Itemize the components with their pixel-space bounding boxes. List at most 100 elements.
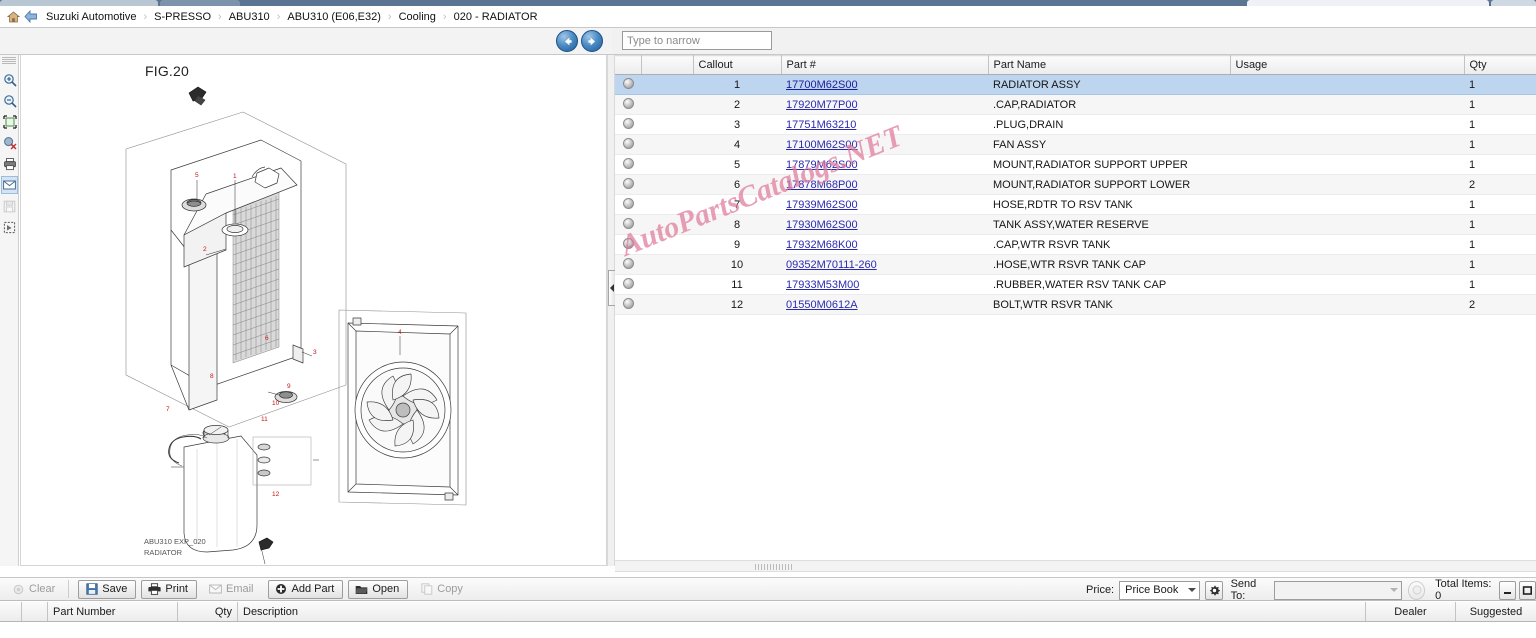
table-row[interactable]: 5 17879M62S00 MOUNT,RADIATOR SUPPORT UPPER…: [615, 154, 1536, 175]
row-part-number-cell[interactable]: 17100M62S00: [781, 134, 988, 155]
table-row[interactable]: 9 17932M68K00 .CAP,WTR RSVR TANK 1: [615, 234, 1536, 255]
row-part-number-cell[interactable]: 17920M77P00: [781, 94, 988, 115]
clear-button[interactable]: Clear: [5, 580, 64, 599]
table-row[interactable]: 1 17700M62S00 RADIATOR ASSY 1: [615, 74, 1536, 95]
part-number-link[interactable]: 17751M63210: [786, 119, 856, 131]
table-row[interactable]: 3 17751M63210 .PLUG,DRAIN 1: [615, 114, 1536, 135]
row-info-cell[interactable]: [615, 234, 641, 255]
restore-basket-button[interactable]: [1518, 580, 1536, 600]
select-region-icon[interactable]: [1, 218, 18, 236]
part-number-link[interactable]: 17933M53M00: [786, 279, 859, 291]
basket-col-part-number[interactable]: Part Number: [48, 602, 178, 621]
send-to-go-button[interactable]: [1407, 580, 1426, 600]
open-button[interactable]: Open: [348, 579, 409, 599]
row-part-number-cell[interactable]: 17700M62S00: [781, 74, 988, 95]
breadcrumb-item-1[interactable]: S-PRESSO: [148, 11, 217, 23]
basket-table-body[interactable]: [0, 622, 1536, 638]
row-info-cell[interactable]: [615, 294, 641, 315]
callout-8[interactable]: 8: [210, 373, 214, 380]
part-info-icon[interactable]: [622, 297, 634, 309]
parts-table-panel[interactable]: Callout Part # Part Name Usage Qty 1 1770…: [615, 55, 1536, 560]
row-info-cell[interactable]: [615, 174, 641, 195]
part-number-link[interactable]: 17100M62S00: [786, 139, 858, 151]
col-header-blank[interactable]: [641, 55, 694, 75]
zoom-in-icon[interactable]: [1, 71, 18, 89]
part-info-icon[interactable]: [622, 277, 634, 289]
zoom-out-icon[interactable]: [1, 92, 18, 110]
table-row[interactable]: 10 09352M70111-260 .HOSE,WTR RSVR TANK CAP…: [615, 254, 1536, 275]
part-number-link[interactable]: 01550M0612A: [786, 299, 858, 311]
row-part-number-cell[interactable]: 09352M70111-260: [781, 254, 988, 275]
panel-splitter[interactable]: [607, 55, 616, 566]
col-header-partnum[interactable]: Part #: [781, 55, 989, 75]
print-icon[interactable]: [1, 155, 18, 173]
row-info-cell[interactable]: [615, 114, 641, 135]
zoom-reset-icon[interactable]: [1, 134, 18, 152]
part-info-icon[interactable]: [622, 177, 634, 189]
callout-3[interactable]: 3: [313, 349, 317, 356]
table-row[interactable]: 6 17878M68P00 MOUNT,RADIATOR SUPPORT LOWER…: [615, 174, 1536, 195]
callout-6[interactable]: 6: [265, 335, 269, 342]
row-info-cell[interactable]: [615, 154, 641, 175]
row-info-cell[interactable]: [615, 214, 641, 235]
rail-grip[interactable]: [2, 57, 16, 64]
breadcrumb-item-4[interactable]: Cooling: [393, 11, 442, 23]
row-part-number-cell[interactable]: 17939M62S00: [781, 194, 988, 215]
price-settings-button[interactable]: [1205, 580, 1223, 600]
save-button[interactable]: Save: [78, 579, 137, 599]
part-info-icon[interactable]: [622, 117, 634, 129]
email-icon[interactable]: [1, 176, 18, 194]
part-info-icon[interactable]: [622, 157, 634, 169]
print-button[interactable]: Print: [141, 579, 197, 599]
breadcrumb-item-0[interactable]: Suzuki Automotive: [40, 11, 143, 23]
part-number-link[interactable]: 17932M68K00: [786, 239, 858, 251]
part-info-icon[interactable]: [622, 77, 634, 89]
radiator-exploded-diagram[interactable]: 1 2 3 4 5 6 7 8 9 10 11 12: [21, 55, 607, 566]
callout-9[interactable]: 9: [287, 383, 291, 390]
breadcrumb-item-3[interactable]: ABU310 (E06,E32): [281, 11, 387, 23]
part-number-link[interactable]: 17930M62S00: [786, 219, 858, 231]
search-input[interactable]: [622, 31, 772, 50]
row-part-number-cell[interactable]: 17751M63210: [781, 114, 988, 135]
table-row[interactable]: 7 17939M62S00 HOSE,RDTR TO RSV TANK 1: [615, 194, 1536, 215]
part-number-link[interactable]: 17878M68P00: [786, 179, 858, 191]
part-number-link[interactable]: 09352M70111-260: [786, 259, 877, 271]
breadcrumb-item-2[interactable]: ABU310: [223, 11, 276, 23]
row-part-number-cell[interactable]: 17879M62S00: [781, 154, 988, 175]
row-info-cell[interactable]: [615, 94, 641, 115]
send-to-select[interactable]: [1274, 580, 1402, 600]
callout-7[interactable]: 7: [166, 406, 170, 413]
home-icon[interactable]: [4, 9, 22, 25]
col-header-qty[interactable]: Qty: [1464, 55, 1536, 75]
minimize-basket-button[interactable]: [1498, 580, 1516, 600]
callout-12[interactable]: 12: [272, 491, 280, 498]
horizontal-splitter[interactable]: [615, 560, 1536, 572]
basket-col-qty[interactable]: Qty: [178, 602, 238, 621]
prev-illustration-button[interactable]: [556, 30, 578, 52]
part-info-icon[interactable]: [622, 97, 634, 109]
basket-col-description[interactable]: Description: [238, 602, 1366, 621]
back-arrow-icon[interactable]: [22, 9, 40, 25]
table-row[interactable]: 12 01550M0612A BOLT,WTR RSVR TANK 2: [615, 294, 1536, 315]
table-row[interactable]: 4 17100M62S00 FAN ASSY 1: [615, 134, 1536, 155]
part-number-link[interactable]: 17939M62S00: [786, 199, 858, 211]
table-row[interactable]: 8 17930M62S00 TANK ASSY,WATER RESERVE 1: [615, 214, 1536, 235]
part-info-icon[interactable]: [622, 197, 634, 209]
part-number-link[interactable]: 17700M62S00: [786, 79, 858, 91]
callout-5[interactable]: 5: [195, 172, 199, 179]
basket-col-dealer[interactable]: Dealer: [1366, 602, 1456, 621]
callout-4[interactable]: 4: [398, 329, 402, 336]
callout-1[interactable]: 1: [233, 173, 237, 180]
part-info-icon[interactable]: [622, 217, 634, 229]
part-info-icon[interactable]: [622, 257, 634, 269]
add-part-button[interactable]: Add Part: [267, 579, 344, 599]
row-part-number-cell[interactable]: 17932M68K00: [781, 234, 988, 255]
col-header-partname[interactable]: Part Name: [988, 55, 1231, 75]
price-book-select[interactable]: Price Book: [1119, 580, 1201, 600]
row-part-number-cell[interactable]: 01550M0612A: [781, 294, 988, 315]
email-button[interactable]: Email: [202, 580, 263, 599]
basket-col-0[interactable]: [0, 602, 22, 621]
table-row[interactable]: 2 17920M77P00 .CAP,RADIATOR 1: [615, 94, 1536, 115]
col-header-callout[interactable]: Callout: [693, 55, 782, 75]
row-part-number-cell[interactable]: 17878M68P00: [781, 174, 988, 195]
